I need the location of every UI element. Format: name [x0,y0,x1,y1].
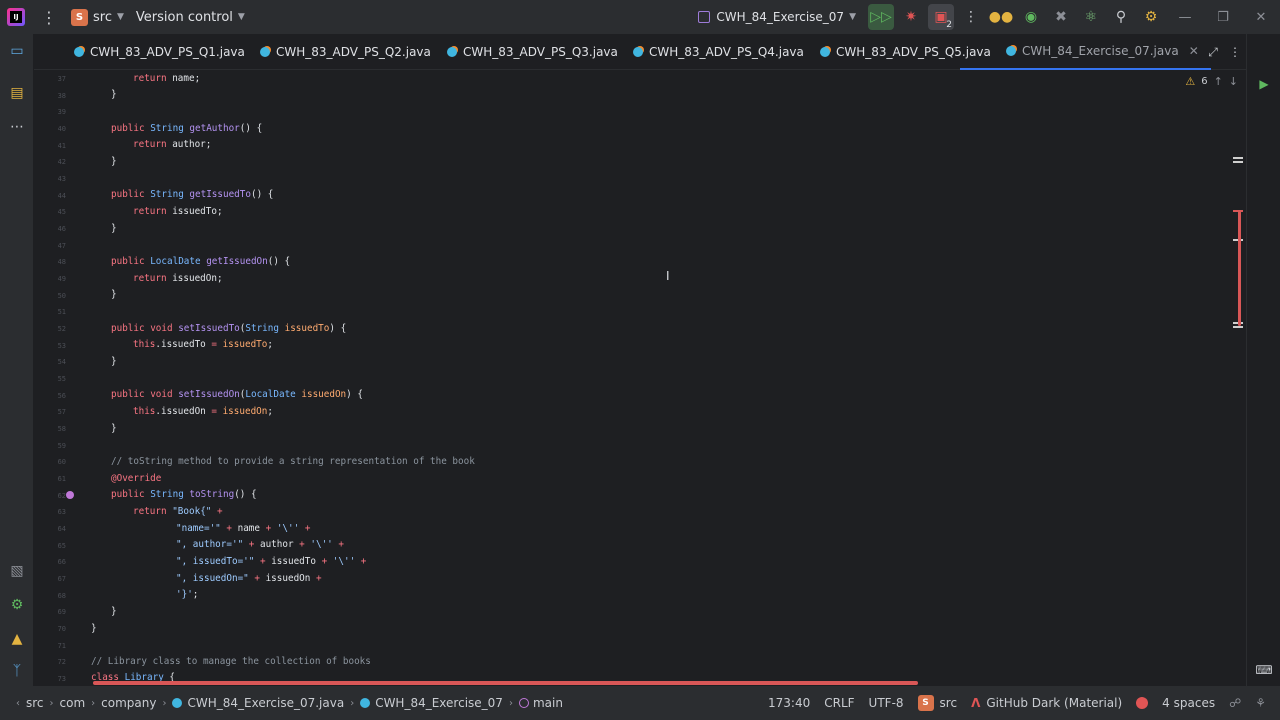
run-config-icon [698,11,711,23]
java-file-icon [633,47,643,57]
project-view-icon[interactable]: ▭ [0,34,34,68]
gear-icon[interactable]: ⚙ [0,588,34,622]
theme-name[interactable]: GitHub Dark (Material) [986,696,1122,710]
editor-tab-bar: CWH_83_ADV_PS_Q1.java CWH_83_ADV_PS_Q2.j… [34,34,1246,70]
java-file-icon [820,47,830,57]
notifications-icon[interactable]: ⚘ [1255,696,1266,710]
run-config-label: CWH_84_Exercise_07 [716,10,845,24]
java-file-icon [447,47,457,57]
java-file-icon [260,47,270,57]
lock-icon[interactable]: ☍ [1229,696,1241,710]
debug-tool-icon[interactable]: ▲ [0,622,34,656]
module-badge: S [917,695,934,711]
line-separator[interactable]: CRLF [824,696,854,710]
git-icon[interactable]: ᛉ [0,654,34,688]
stop-count: 2 [946,20,952,30]
services-icon[interactable]: ▧ [0,554,34,588]
expand-editor-icon[interactable]: ⤢ [1202,45,1224,60]
plugin-status-icon[interactable]: ◉ [1018,4,1044,30]
close-window-icon[interactable]: ✕ [1242,0,1280,34]
breadcrumb-com[interactable]: com [60,696,86,710]
close-tab-icon[interactable]: ✕ [1189,44,1199,58]
chevron-right-icon: › [162,697,167,709]
code-comment: // toString method to provide a string r… [111,456,475,467]
structure-icon[interactable]: ▤ [0,76,34,110]
chevron-right-icon: › [508,697,513,709]
debug-icon[interactable]: ✷ [898,4,924,30]
settings-icon[interactable]: ⚙ [1138,4,1164,30]
title-bar: IJ ⋮ S src ▼ Version control ▼ CWH_84_Ex… [0,0,1280,34]
override-annotation: @Override [111,473,162,484]
warning-count: 6 [1201,76,1208,87]
minimize-icon[interactable]: — [1166,0,1204,34]
project-name[interactable]: src [93,10,112,25]
intellij-logo-icon[interactable]: IJ [7,8,25,26]
terminal-icon[interactable]: ⌨ [1254,660,1274,680]
line-number-gutter: 37 38 39 40 41 42 43 44 45 46 47 48 49 5… [57,75,66,683]
left-tool-strip: ▭ ▤ ⋯ ▧ ⚙ ▲ ᛉ [0,34,34,686]
warning-icon: ⚠ [1185,75,1196,88]
tab-label: CWH_84_Exercise_07.java [1022,44,1179,58]
right-tool-strip: ▶ ⌨ [1246,34,1280,686]
previous-highlight-icon[interactable]: ↑ [1214,75,1223,88]
java-file-icon [172,698,183,708]
java-file-icon [1006,46,1016,56]
ai-assistant-icon[interactable]: ⚛ [1078,4,1104,30]
code-with-me-icon[interactable]: ●● [988,4,1014,30]
chevron-left-icon: ‹ [16,697,20,709]
tab-options-icon[interactable]: ⋮ [1224,45,1246,59]
vertical-scrollbar[interactable] [1231,71,1245,686]
run-gutter-icon[interactable]: ▶ [1254,74,1274,94]
material-theme-icon: Λ [971,696,981,710]
method-icon [518,698,529,708]
horizontal-scrollbar[interactable] [93,681,918,685]
notification-dot-icon[interactable] [1136,697,1149,709]
chevron-down-icon[interactable]: ▼ [238,12,245,22]
chevron-right-icon: › [350,697,355,709]
version-control-menu[interactable]: Version control [136,10,233,25]
chevron-right-icon: › [91,697,96,709]
caret-position[interactable]: 173:40 [768,696,810,710]
run-configuration-selector[interactable]: CWH_84_Exercise_07 ▼ [698,10,856,24]
breadcrumb: ‹ src › com › company › CWH_84_Exercise_… [16,696,563,710]
stop-icon[interactable]: ▣ 2 [928,4,954,30]
code-editor[interactable]: 37 38 39 40 41 42 43 44 45 46 47 48 49 5… [34,71,1246,686]
chevron-right-icon: › [49,697,54,709]
breadcrumb-method[interactable]: main [533,696,563,710]
breadcrumb-file[interactable]: CWH_84_Exercise_07.java [187,696,344,710]
code-area[interactable]: return name; } public String getAuthor()… [91,71,1231,686]
project-badge[interactable]: S [71,8,88,26]
module-name[interactable]: src [940,696,958,710]
tab-cwh-84-exercise-07[interactable]: CWH_84_Exercise_07.java ✕ [960,34,1211,70]
restore-icon[interactable]: ❐ [1204,0,1242,34]
class-icon [360,698,371,708]
more-tools-icon[interactable]: ⋯ [0,110,34,144]
java-file-icon [74,47,84,57]
breadcrumb-company[interactable]: company [101,696,156,710]
search-icon[interactable]: ⚲ [1108,4,1134,30]
text-cursor-icon: I [666,269,670,283]
scroll-thumb[interactable] [1238,211,1241,326]
build-tools-icon[interactable]: ✖ [1048,4,1074,30]
rerun-icon[interactable]: ▷▷ [868,4,894,30]
indent-setting[interactable]: 4 spaces [1162,696,1215,710]
main-menu-icon[interactable]: ⋮ [39,7,59,27]
chevron-down-icon[interactable]: ▼ [117,12,124,22]
chevron-down-icon: ▼ [849,12,856,22]
file-encoding[interactable]: UTF-8 [869,696,904,710]
more-actions-icon[interactable]: ⋮ [958,4,984,30]
breadcrumb-class[interactable]: CWH_84_Exercise_07 [375,696,503,710]
breadcrumb-src[interactable]: src [26,696,44,710]
code-comment: // Library class to manage the collectio… [91,656,371,667]
status-bar: ‹ src › com › company › CWH_84_Exercise_… [0,686,1280,720]
override-marker-icon[interactable] [66,491,74,499]
